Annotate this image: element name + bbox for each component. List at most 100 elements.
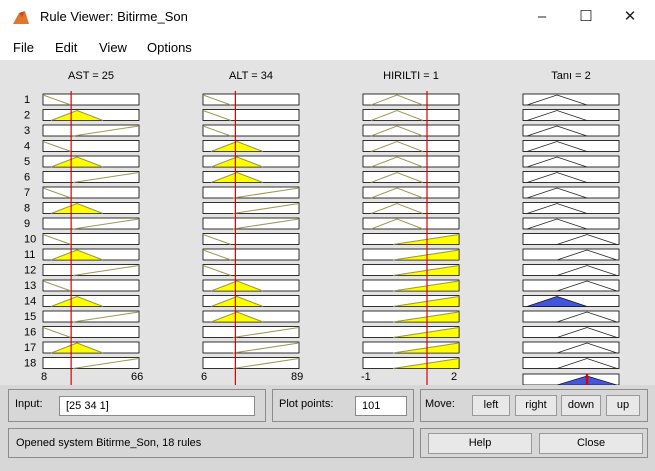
membership-plot — [42, 217, 140, 230]
membership-plot — [202, 357, 300, 369]
membership-plot — [42, 264, 140, 276]
membership-plot — [42, 233, 140, 245]
input-field[interactable] — [59, 396, 255, 416]
membership-plot — [42, 310, 140, 323]
rule-number: 4 — [24, 141, 30, 153]
column-title: Tanı = 2 — [551, 70, 590, 82]
status-text: Opened system Bitirme_Son, 18 rules — [16, 437, 202, 449]
membership-plot — [42, 357, 140, 369]
rule-number: 10 — [24, 234, 36, 246]
maximize-button[interactable]: ☐ — [564, 2, 608, 32]
membership-plot — [202, 217, 300, 230]
membership-plot — [42, 326, 140, 338]
rule-number: 3 — [24, 125, 30, 137]
window-title: Rule Viewer: Bitirme_Son — [40, 9, 188, 24]
menu-view[interactable]: View — [99, 40, 127, 55]
move-down-button[interactable]: down — [561, 395, 601, 416]
close-window-button[interactable]: ✕ — [608, 2, 652, 32]
plot-points-field[interactable] — [355, 396, 407, 416]
membership-plot — [522, 248, 620, 261]
minimize-button[interactable]: – — [520, 2, 564, 32]
membership-plot — [362, 140, 460, 152]
move-right-button[interactable]: right — [515, 395, 557, 416]
column-title: ALT = 34 — [229, 70, 273, 82]
move-left-button[interactable]: left — [472, 395, 510, 416]
status-bar: Opened system Bitirme_Son, 18 rules — [8, 428, 414, 458]
menu-edit[interactable]: Edit — [55, 40, 77, 55]
plot-points-label: Plot points: — [279, 398, 334, 410]
membership-plot — [362, 124, 460, 137]
rule-number: 17 — [24, 342, 36, 354]
move-label: Move: — [425, 398, 455, 410]
membership-plot — [522, 357, 620, 369]
range-max-label: 66 — [131, 371, 143, 383]
control-panel: Input: Plot points: Move: left right dow… — [0, 385, 655, 471]
matlab-icon — [13, 11, 29, 24]
menu-options[interactable]: Options — [147, 40, 192, 55]
membership-plot — [202, 326, 300, 338]
membership-plot — [42, 186, 140, 199]
rule-number: 9 — [24, 218, 30, 230]
membership-plot — [202, 202, 300, 214]
rule-plot-area: AST = 25 8 66 ALT = 34 6 89 HIRILTI = 1 -1 2 Tanı… — [0, 60, 655, 385]
menu-file[interactable]: File — [13, 40, 34, 55]
membership-plot — [522, 341, 620, 354]
membership-plot — [522, 310, 620, 323]
column-title: AST = 25 — [68, 70, 114, 82]
membership-plot — [522, 233, 620, 245]
range-min-label: -1 — [361, 371, 371, 383]
range-min-label: 8 — [41, 371, 47, 383]
title-bar[interactable]: Rule Viewer: Bitirme_Son – ☐ ✕ — [0, 0, 655, 34]
membership-plot — [362, 186, 460, 199]
rule-number: 12 — [24, 265, 36, 277]
range-min-label: 6 — [201, 371, 207, 383]
membership-plot — [362, 217, 460, 230]
membership-plot — [202, 248, 300, 261]
membership-plot — [202, 93, 300, 106]
rule-number: 18 — [24, 358, 36, 370]
membership-plot — [202, 233, 300, 245]
membership-plot — [362, 171, 460, 183]
column-title: HIRILTI = 1 — [383, 70, 439, 82]
input-label: Input: — [15, 398, 43, 410]
rule-number: 8 — [24, 203, 30, 215]
membership-plot — [362, 93, 460, 106]
rule-plots: AST = 258 66ALT = 346 89HIRILTI = 1-1 2Tanı… — [24, 70, 620, 385]
membership-plot — [42, 140, 140, 152]
membership-plot — [42, 93, 140, 106]
rule-number: 13 — [24, 280, 36, 292]
menu-bar: File Edit View Options — [0, 34, 655, 60]
rule-number: 15 — [24, 311, 36, 323]
rule-number: 1 — [24, 94, 30, 106]
rule-number: 16 — [24, 327, 36, 339]
rule-number: 2 — [24, 110, 30, 122]
membership-plot — [362, 109, 460, 121]
membership-plot — [42, 279, 140, 292]
range-max-label: 2 — [451, 371, 457, 383]
membership-plot — [362, 202, 460, 214]
membership-plot — [362, 155, 460, 168]
action-frame: Help Close — [420, 428, 648, 458]
membership-plot — [42, 171, 140, 183]
membership-plot — [202, 109, 300, 121]
rule-number: 5 — [24, 156, 30, 168]
help-button[interactable]: Help — [428, 433, 532, 454]
membership-plot — [202, 186, 300, 199]
close-button[interactable]: Close — [539, 433, 643, 454]
membership-plot — [522, 326, 620, 338]
range-max-label: 89 — [291, 371, 303, 383]
rule-number: 7 — [24, 187, 30, 199]
rule-number: 14 — [24, 296, 36, 308]
input-frame: Input: — [8, 389, 266, 422]
membership-plot — [42, 124, 140, 137]
membership-plot — [202, 264, 300, 276]
membership-plot — [202, 124, 300, 137]
plot-points-frame: Plot points: — [272, 389, 414, 422]
move-up-button[interactable]: up — [606, 395, 640, 416]
move-frame: Move: left right down up — [420, 389, 648, 422]
rule-number: 6 — [24, 172, 30, 184]
rule-number: 11 — [24, 249, 35, 261]
membership-plot — [202, 341, 300, 354]
membership-plot — [522, 279, 620, 292]
membership-plot — [522, 264, 620, 276]
